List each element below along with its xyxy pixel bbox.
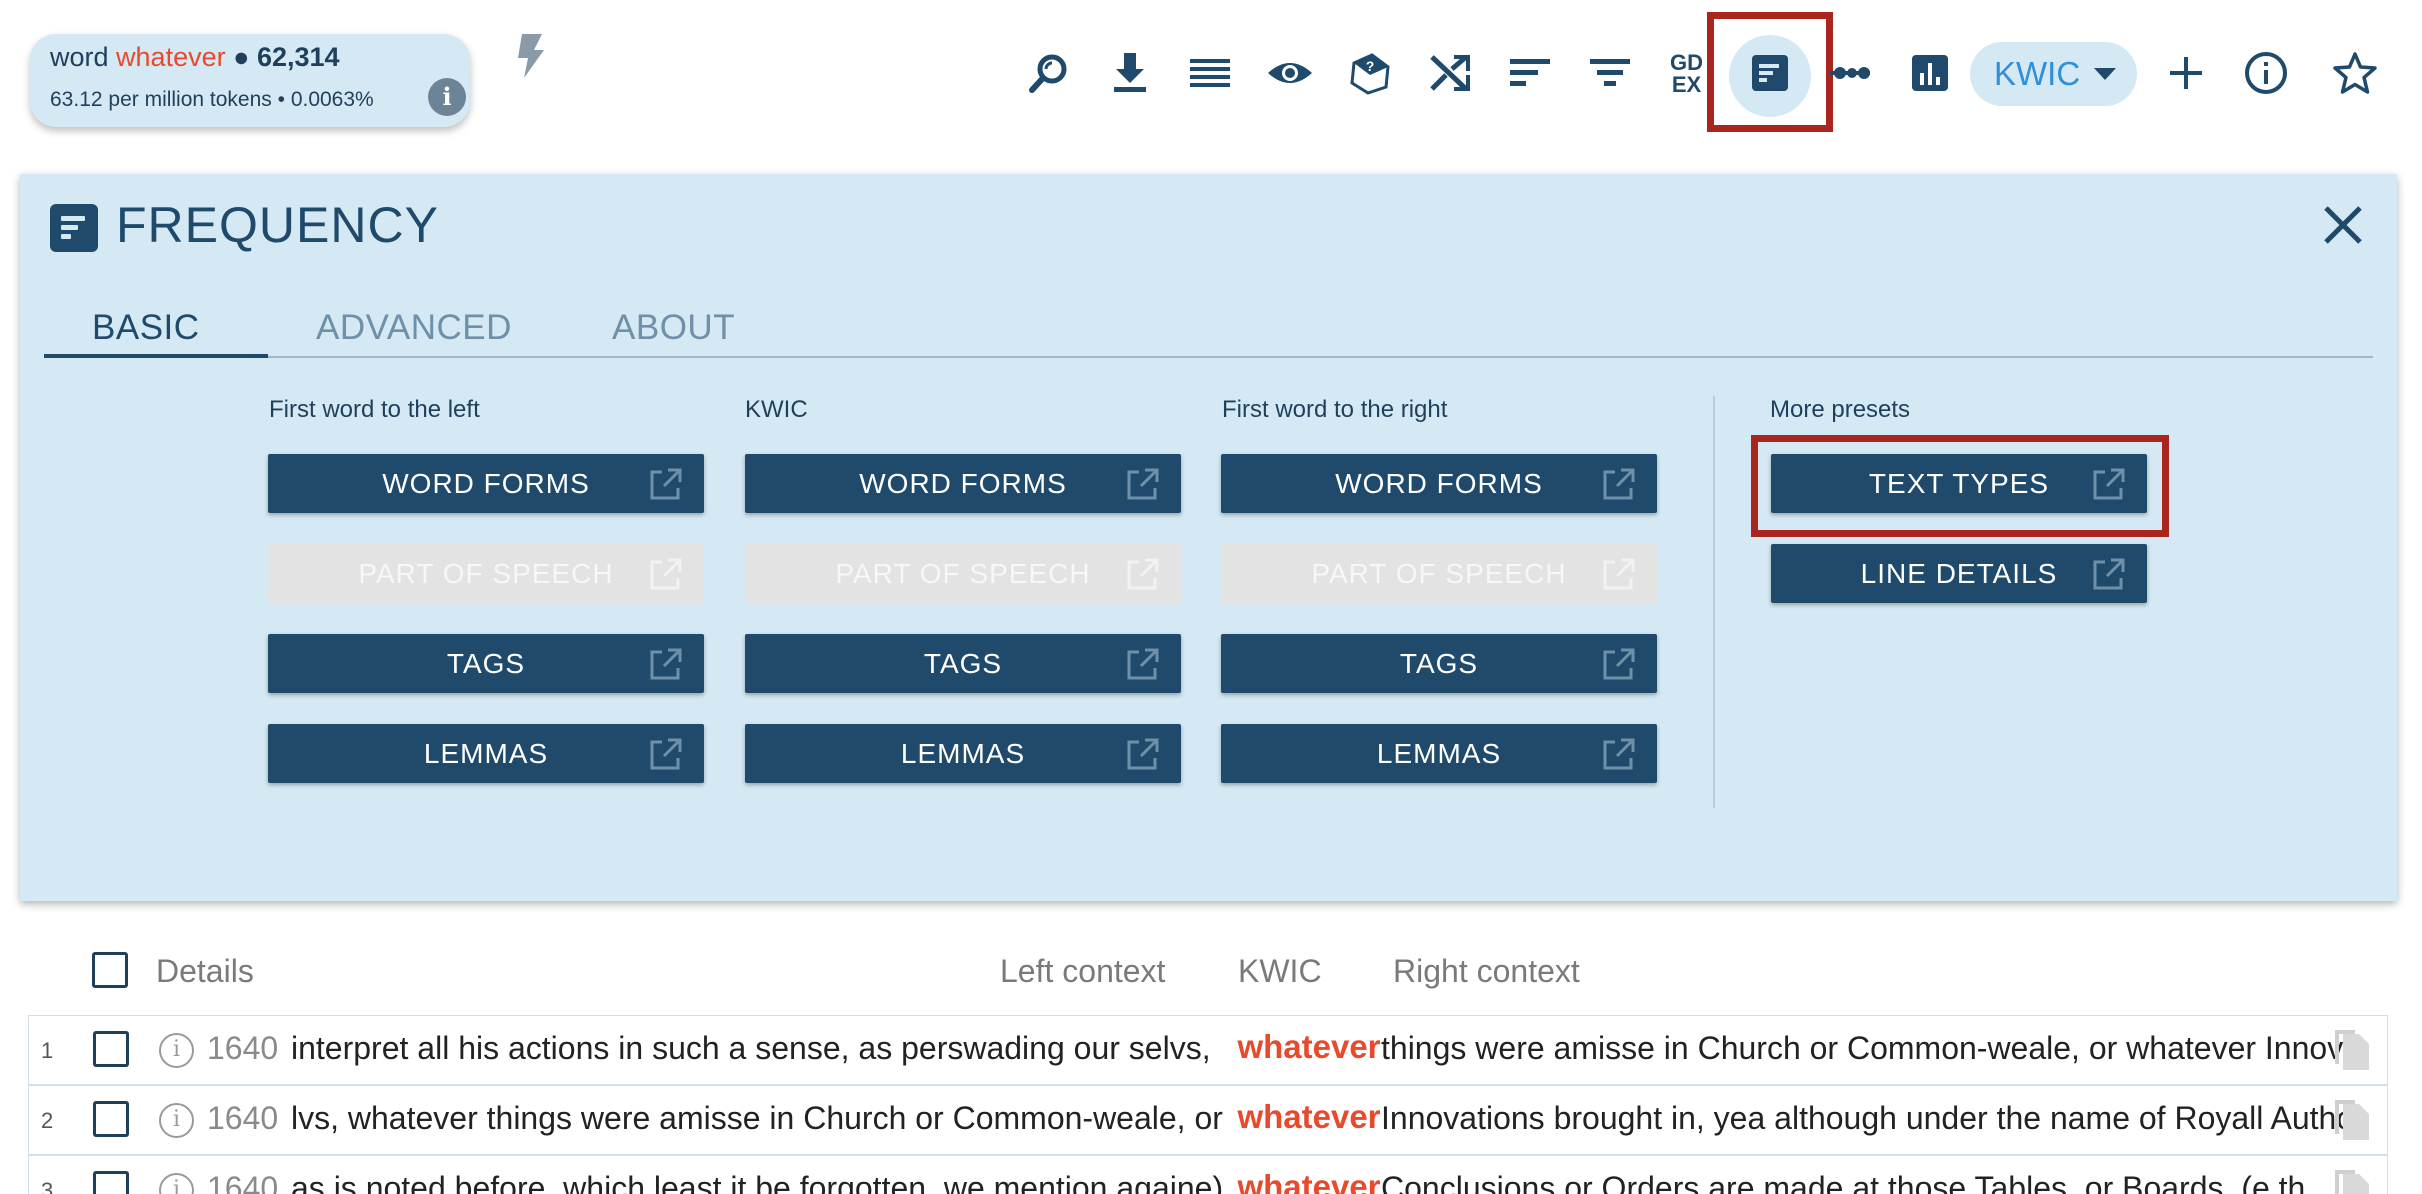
line-details-button[interactable]: LINE DETAILS xyxy=(1771,544,2147,603)
tab-advanced[interactable]: ADVANCED xyxy=(316,308,512,348)
gdex-icon[interactable]: GD EX xyxy=(1670,52,1703,96)
column-label-right: First word to the right xyxy=(1222,396,1448,423)
svg-text:?: ? xyxy=(1366,58,1375,74)
row-kwic[interactable]: whatever xyxy=(1229,1028,1389,1066)
select-all-checkbox[interactable] xyxy=(92,952,128,988)
open-external-icon xyxy=(1127,738,1159,770)
open-external-icon xyxy=(1127,648,1159,680)
kwic-part-of-speech-button: PART OF SPEECH xyxy=(745,544,1181,603)
row-right-context: Conclusions or Orders are made at those … xyxy=(1381,1170,2306,1194)
row-year: 1640 xyxy=(207,1170,279,1194)
right-lemmas-button[interactable]: LEMMAS xyxy=(1221,724,1657,783)
open-external-icon xyxy=(650,738,682,770)
copy-icon[interactable] xyxy=(2331,1168,2373,1194)
good-example-icon[interactable]: ? xyxy=(1337,40,1403,106)
add-icon[interactable] xyxy=(2153,40,2219,106)
row-left-context: lvs, whatever things were amisse in Chur… xyxy=(291,1100,1223,1136)
kwic-lemmas-button[interactable]: LEMMAS xyxy=(745,724,1181,783)
table-row: 1 i 1640 interpret all his actions in su… xyxy=(28,1015,2388,1085)
info-icon[interactable] xyxy=(2233,40,2299,106)
row-info-icon[interactable]: i xyxy=(159,1103,194,1138)
chevron-down-icon xyxy=(2094,68,2117,80)
row-info-icon[interactable]: i xyxy=(159,1033,194,1068)
frequency-panel-icon xyxy=(50,204,98,252)
active-tab-indicator xyxy=(44,354,268,358)
open-external-icon xyxy=(1127,558,1159,590)
table-row: 2 i 1640 lvs, whatever things were amiss… xyxy=(28,1085,2388,1155)
open-external-icon xyxy=(1603,738,1635,770)
view-mode-dropdown[interactable]: KWIC xyxy=(1970,42,2137,106)
panel-title: FREQUENCY xyxy=(116,197,439,253)
summary-query: whatever xyxy=(116,42,226,72)
open-external-icon xyxy=(1603,558,1635,590)
row-number: 1 xyxy=(41,1038,54,1063)
copy-icon[interactable] xyxy=(2331,1098,2373,1144)
summary-count: 62,314 xyxy=(256,42,340,72)
flash-icon[interactable] xyxy=(514,32,548,82)
visibility-icon[interactable] xyxy=(1257,40,1323,106)
column-label-left: First word to the left xyxy=(269,396,480,423)
kwic-word-forms-button[interactable]: WORD FORMS xyxy=(745,454,1181,513)
frequency-icon-highlight xyxy=(1707,12,1833,132)
right-context-header[interactable]: Right context xyxy=(1393,953,1580,990)
open-external-icon xyxy=(1603,648,1635,680)
column-label-kwic: KWIC xyxy=(745,396,808,423)
concordance-summary: word whatever ● 62,314 63.12 per million… xyxy=(30,34,470,127)
summary-info-icon[interactable]: i xyxy=(428,78,466,116)
left-tags-button[interactable]: TAGS xyxy=(268,634,704,693)
left-word-forms-button[interactable]: WORD FORMS xyxy=(268,454,704,513)
open-external-icon xyxy=(2093,558,2125,590)
close-icon[interactable] xyxy=(2320,202,2366,248)
panel-tabs: BASIC ADVANCED ABOUT xyxy=(44,294,2373,358)
row-number: 2 xyxy=(41,1108,54,1133)
row-checkbox[interactable] xyxy=(93,1031,129,1067)
open-external-icon xyxy=(1603,468,1635,500)
text-types-highlight xyxy=(1751,435,2169,537)
kwic-header[interactable]: KWIC xyxy=(1238,953,1322,990)
visualize-icon[interactable] xyxy=(1897,40,1963,106)
row-kwic[interactable]: whatever xyxy=(1229,1098,1389,1136)
copy-icon[interactable] xyxy=(2331,1028,2373,1074)
row-checkbox[interactable] xyxy=(93,1171,129,1194)
right-tags-button[interactable]: TAGS xyxy=(1221,634,1657,693)
table-row: 3 i 1640 as is noted before, which least… xyxy=(28,1155,2388,1194)
open-external-icon xyxy=(650,648,682,680)
row-left-context: as is noted before, which least it be fo… xyxy=(291,1170,1224,1194)
right-word-forms-button[interactable]: WORD FORMS xyxy=(1221,454,1657,513)
row-right-context: Innovations brought in, yea although und… xyxy=(1381,1100,2345,1136)
row-year: 1640 xyxy=(207,1030,279,1066)
left-context-header[interactable]: Left context xyxy=(1000,953,1165,990)
row-number: 3 xyxy=(41,1178,54,1194)
summary-attr: word xyxy=(50,42,109,72)
kwic-tags-button[interactable]: TAGS xyxy=(745,634,1181,693)
view-options-icon[interactable] xyxy=(1177,40,1243,106)
open-external-icon xyxy=(1127,468,1159,500)
download-icon[interactable] xyxy=(1097,40,1163,106)
right-part-of-speech-button: PART OF SPEECH xyxy=(1221,544,1657,603)
row-right-context: things were amisse in Church or Common-w… xyxy=(1381,1030,2345,1066)
column-divider xyxy=(1713,396,1715,808)
sort-icon[interactable] xyxy=(1497,40,1563,106)
column-label-more-presets: More presets xyxy=(1770,396,1911,423)
row-kwic[interactable]: whatever xyxy=(1229,1168,1389,1194)
row-checkbox[interactable] xyxy=(93,1101,129,1137)
summary-query-line: word whatever ● 62,314 xyxy=(50,42,340,72)
open-external-icon xyxy=(650,558,682,590)
summary-stats: 63.12 per million tokens • 0.0063% xyxy=(50,88,374,111)
left-part-of-speech-button: PART OF SPEECH xyxy=(268,544,704,603)
row-year: 1640 xyxy=(207,1100,279,1136)
open-external-icon xyxy=(650,468,682,500)
star-icon[interactable] xyxy=(2322,40,2388,106)
shuffle-icon[interactable] xyxy=(1417,40,1483,106)
details-header: Details xyxy=(156,953,254,989)
row-info-icon[interactable]: i xyxy=(159,1173,194,1194)
tab-about[interactable]: ABOUT xyxy=(612,308,735,348)
tab-basic[interactable]: BASIC xyxy=(92,308,200,348)
left-lemmas-button[interactable]: LEMMAS xyxy=(268,724,704,783)
frequency-panel: FREQUENCY BASIC ADVANCED ABOUT First wor… xyxy=(20,174,2397,901)
collocations-icon[interactable] xyxy=(1817,40,1883,106)
row-left-context: interpret all his actions in such a sens… xyxy=(291,1030,1211,1066)
filter-icon[interactable] xyxy=(1577,40,1643,106)
search-refine-icon[interactable] xyxy=(1017,40,1083,106)
